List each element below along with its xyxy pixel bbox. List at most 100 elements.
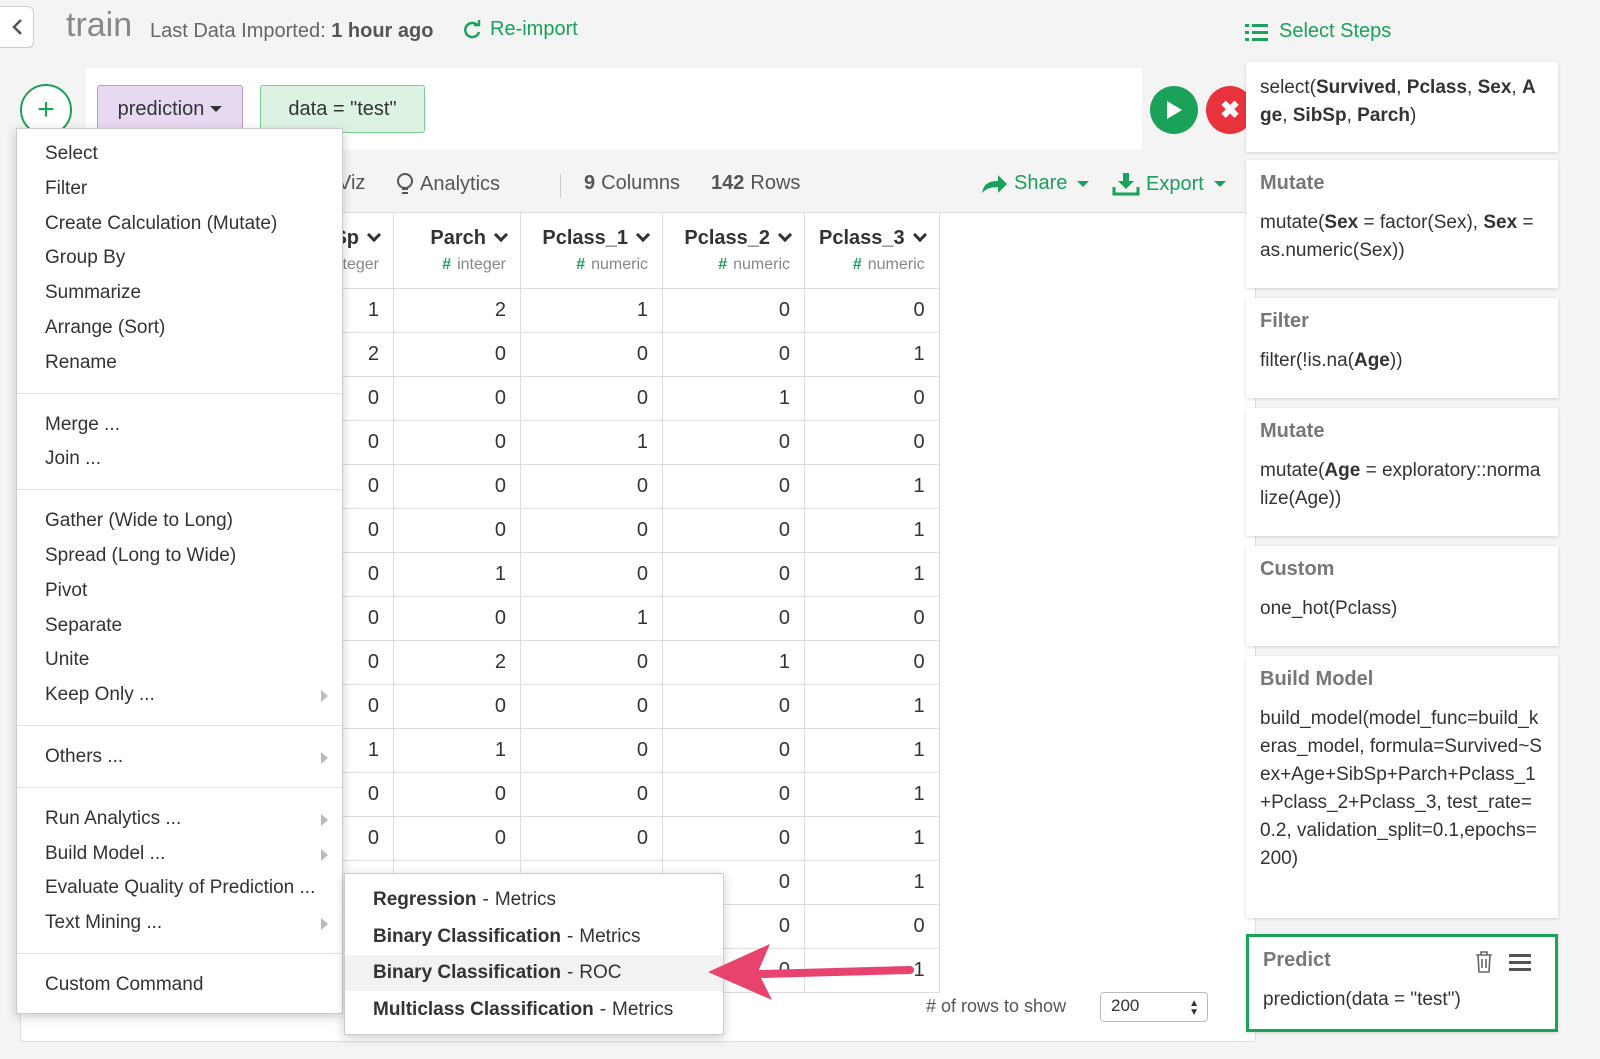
submenu-item[interactable]: Multiclass Classification - Metrics (345, 992, 723, 1028)
column-header[interactable]: Pclass_1 # numeric (520, 213, 663, 289)
table-cell[interactable]: 1 (520, 288, 663, 333)
step-card[interactable]: select(Survived, Pclass, Sex, Age, SibSp… (1246, 62, 1558, 152)
table-cell[interactable]: 1 (804, 684, 940, 729)
menu-item[interactable]: Rename (45, 352, 117, 374)
menu-item[interactable]: Summarize (45, 282, 141, 304)
step-card[interactable]: Mutate mutate(Age = exploratory::normaliz… (1246, 408, 1558, 536)
table-cell[interactable]: 0 (662, 772, 805, 817)
table-cell[interactable]: 0 (520, 464, 663, 509)
menu-icon[interactable] (1509, 953, 1531, 971)
table-cell[interactable]: 1 (804, 332, 940, 377)
menu-item[interactable]: Others ... (45, 746, 123, 768)
table-cell[interactable]: 0 (520, 332, 663, 377)
menu-item[interactable]: Gather (Wide to Long) (45, 510, 233, 532)
select-steps-button[interactable]: Select Steps (1245, 20, 1391, 43)
table-cell[interactable]: 0 (520, 552, 663, 597)
function-chip[interactable]: prediction (97, 85, 243, 133)
table-cell[interactable]: 1 (662, 376, 805, 421)
column-header[interactable]: Pclass_2 # numeric (662, 213, 805, 289)
chevron-down-icon[interactable] (366, 228, 382, 243)
table-cell[interactable]: 0 (662, 288, 805, 333)
step-card[interactable]: Predict prediction(data = "test") (1246, 934, 1558, 1032)
table-cell[interactable]: 0 (393, 816, 521, 861)
table-cell[interactable]: 0 (393, 464, 521, 509)
menu-item[interactable]: Merge ... (45, 414, 120, 436)
table-cell[interactable]: 0 (662, 420, 805, 465)
table-cell[interactable]: 2 (393, 640, 521, 685)
submenu-item[interactable]: Binary Classification - ROC (345, 955, 723, 991)
table-cell[interactable]: 0 (662, 464, 805, 509)
menu-item[interactable]: Run Analytics ... (45, 808, 181, 830)
table-cell[interactable]: 0 (393, 376, 521, 421)
menu-item[interactable]: Arrange (Sort) (45, 317, 165, 339)
table-cell[interactable]: 0 (520, 772, 663, 817)
chevron-down-icon[interactable] (635, 228, 651, 243)
table-cell[interactable]: 0 (520, 640, 663, 685)
column-header[interactable]: Pclass_3 # numeric (804, 213, 940, 289)
table-cell[interactable]: 1 (393, 552, 521, 597)
chevron-down-icon[interactable] (777, 228, 793, 243)
menu-item[interactable]: Spread (Long to Wide) (45, 545, 236, 567)
table-cell[interactable]: 0 (520, 684, 663, 729)
reimport-button[interactable]: Re-import (462, 18, 578, 41)
step-card[interactable]: Build Model build_model(model_func=build_… (1246, 656, 1558, 918)
table-cell[interactable]: 1 (804, 464, 940, 509)
table-cell[interactable]: 0 (393, 596, 521, 641)
chevron-down-icon[interactable] (912, 228, 927, 243)
menu-item[interactable]: Join ... (45, 448, 101, 470)
menu-item[interactable]: Group By (45, 247, 125, 269)
step-card[interactable]: Filter filter(!is.na(Age)) (1246, 298, 1558, 398)
table-cell[interactable]: 1 (662, 640, 805, 685)
menu-item[interactable]: Filter (45, 178, 87, 200)
trash-icon[interactable] (1475, 951, 1493, 973)
menu-item[interactable]: Separate (45, 615, 122, 637)
menu-item[interactable]: Pivot (45, 580, 87, 602)
step-card[interactable]: Mutate mutate(Sex = factor(Sex), Sex = as… (1246, 160, 1558, 288)
table-cell[interactable]: 0 (393, 332, 521, 377)
table-cell[interactable]: 1 (804, 552, 940, 597)
table-cell[interactable]: 0 (520, 376, 663, 421)
menu-item[interactable]: Create Calculation (Mutate) (45, 213, 277, 235)
table-cell[interactable]: 0 (662, 684, 805, 729)
table-cell[interactable]: 1 (393, 728, 521, 773)
table-cell[interactable]: 0 (804, 376, 940, 421)
table-cell[interactable]: 0 (804, 288, 940, 333)
submenu-item[interactable]: Binary Classification - Metrics (345, 919, 723, 955)
table-cell[interactable]: 1 (520, 420, 663, 465)
table-cell[interactable]: 1 (804, 508, 940, 553)
back-button[interactable] (0, 6, 34, 48)
table-cell[interactable]: 0 (662, 332, 805, 377)
column-header[interactable]: Parch # integer (393, 213, 521, 289)
table-cell[interactable]: 1 (804, 772, 940, 817)
tab-analytics[interactable]: Analytics (396, 172, 500, 196)
table-cell[interactable]: 2 (393, 288, 521, 333)
table-cell[interactable]: 0 (393, 684, 521, 729)
table-cell[interactable]: 0 (520, 728, 663, 773)
step-card[interactable]: Custom one_hot(Pclass) (1246, 546, 1558, 646)
share-button[interactable]: Share (980, 172, 1090, 195)
table-cell[interactable]: 0 (804, 420, 940, 465)
table-cell[interactable]: 0 (662, 728, 805, 773)
table-cell[interactable]: 0 (393, 420, 521, 465)
table-cell[interactable]: 1 (804, 860, 940, 905)
table-cell[interactable]: 1 (804, 728, 940, 773)
run-button[interactable] (1150, 86, 1198, 134)
rows-to-show-select[interactable]: 200 ▲ ▼ (1100, 992, 1208, 1022)
table-cell[interactable]: 1 (804, 816, 940, 861)
table-cell[interactable]: 1 (520, 596, 663, 641)
menu-item[interactable]: Build Model ... (45, 843, 165, 865)
chevron-down-icon[interactable] (493, 228, 509, 243)
table-cell[interactable]: 0 (804, 640, 940, 685)
menu-item[interactable]: Custom Command (45, 974, 203, 996)
table-cell[interactable]: 0 (393, 772, 521, 817)
menu-item[interactable]: Text Mining ... (45, 912, 162, 934)
table-cell[interactable]: 0 (662, 508, 805, 553)
menu-item[interactable]: Select (45, 143, 98, 165)
export-button[interactable]: Export (1112, 172, 1226, 196)
menu-item[interactable]: Keep Only ... (45, 684, 155, 706)
menu-item[interactable]: Unite (45, 649, 89, 671)
table-cell[interactable]: 0 (520, 816, 663, 861)
menu-item[interactable]: Evaluate Quality of Prediction ... (45, 877, 315, 899)
table-cell[interactable]: 0 (804, 596, 940, 641)
table-cell[interactable]: 0 (520, 508, 663, 553)
